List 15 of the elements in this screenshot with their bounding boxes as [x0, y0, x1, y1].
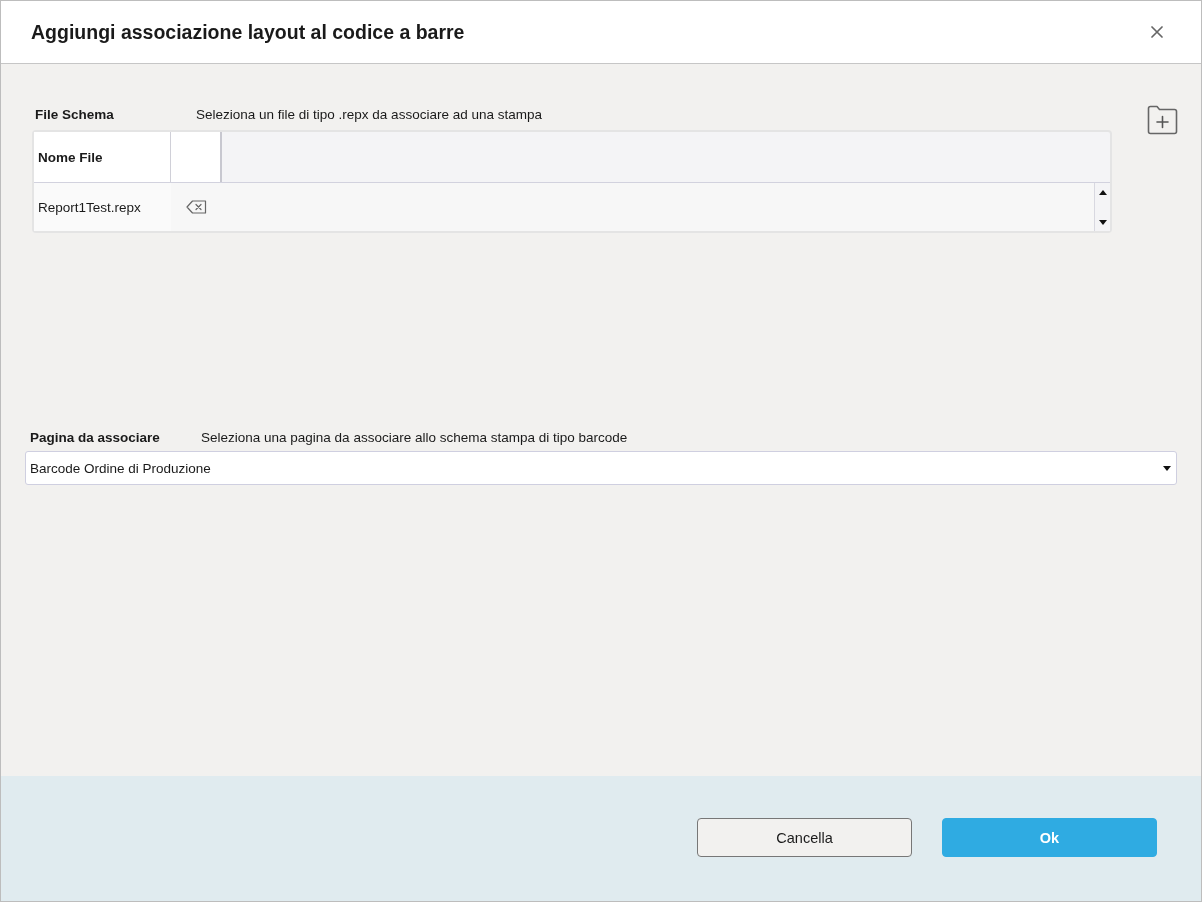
- backspace-icon[interactable]: [186, 200, 207, 214]
- triangle-down-icon[interactable]: [1098, 220, 1107, 225]
- section-label: Pagina da associare: [30, 429, 161, 445]
- section-hint: Seleziona un file di tipo .repx da associare ad una stampa: [196, 106, 542, 122]
- column-header: Nome File: [34, 132, 171, 182]
- triangle-up-icon[interactable]: [1098, 190, 1107, 195]
- page-dropdown[interactable]: Barcode Ordine di Produzione: [25, 451, 1177, 485]
- section-label: File Schema: [35, 106, 115, 122]
- cancel-button[interactable]: Cancella: [697, 818, 912, 857]
- scrollbar[interactable]: [1094, 183, 1110, 231]
- close-icon[interactable]: [1151, 26, 1163, 38]
- dialog-title: Aggiungi associazione layout al codice a barre: [31, 21, 466, 44]
- section-hint: Seleziona una pagina da associare allo schema stampa di tipo barcode: [201, 429, 628, 445]
- caret-down-icon: [1163, 465, 1171, 471]
- folder-add-icon[interactable]: [1147, 105, 1178, 135]
